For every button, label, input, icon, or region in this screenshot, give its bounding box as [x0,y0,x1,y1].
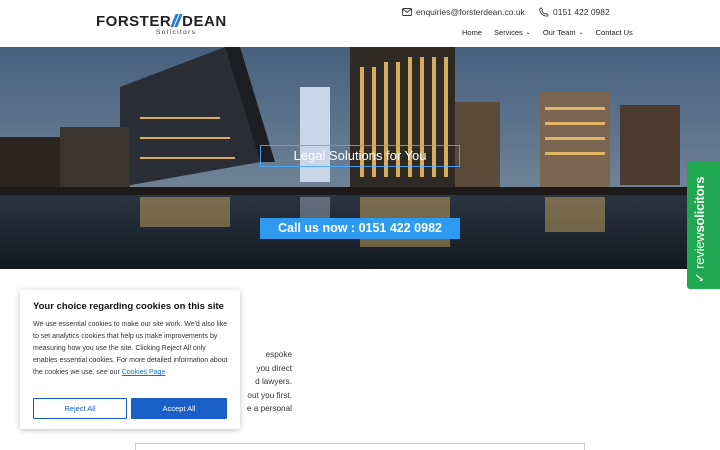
call-us-button[interactable]: Call us now : 0151 422 0982 [260,218,460,239]
accept-all-button[interactable]: Accept All [131,398,227,419]
cta-phone-number: 0151 422 0982 [358,221,442,235]
chevron-down-icon: ⌄ [578,30,584,36]
hero-banner: Legal Solutions for You Call us now : 01… [0,47,720,269]
nav-item-services[interactable]: Services ⌄ [494,28,531,37]
site-logo[interactable]: FORSTER DEAN Solicitors [96,13,227,36]
review-solicitors-label: ✓ reviewsolicitors [692,176,707,283]
cookie-dialog-body: We use essential cookies to make our sit… [33,321,228,376]
nav-item-our-team[interactable]: Our Team ⌄ [543,28,584,37]
cookie-consent-dialog: Your choice regarding cookies on this si… [20,290,240,429]
cookies-page-link[interactable]: Cookies Page [122,369,166,376]
logo-wordmark: FORSTER DEAN [96,13,227,30]
review-solicitors-badge[interactable]: ✓ reviewsolicitors [687,161,720,289]
phone-contact[interactable]: 0151 422 0982 [539,7,610,17]
phone-icon [539,7,549,17]
logo-subtitle: Solicitors [156,29,197,36]
content-box-top-edge [135,443,585,450]
site-header: FORSTER DEAN Solicitors enquiries@forster… [0,0,720,47]
reject-all-button[interactable]: Reject All [33,398,127,419]
phone-number: 0151 422 0982 [553,7,610,17]
nav-item-contact-us[interactable]: Contact Us [596,28,633,37]
main-nav: Home Services ⌄ Our Team ⌄ Contact Us [462,28,633,37]
email-contact[interactable]: enquiries@forsterdean.co.uk [402,7,525,17]
cta-prefix: Call us now : [278,221,356,235]
envelope-icon [402,8,412,16]
email-address: enquiries@forsterdean.co.uk [416,7,525,17]
chevron-down-icon: ⌄ [525,30,531,36]
checkmark-icon: ✓ [692,272,707,283]
nav-item-home[interactable]: Home [462,28,482,37]
logo-slash-mark [170,14,179,27]
hero-title: Legal Solutions for You [260,145,460,167]
cookie-dialog-title: Your choice regarding cookies on this si… [33,301,224,312]
